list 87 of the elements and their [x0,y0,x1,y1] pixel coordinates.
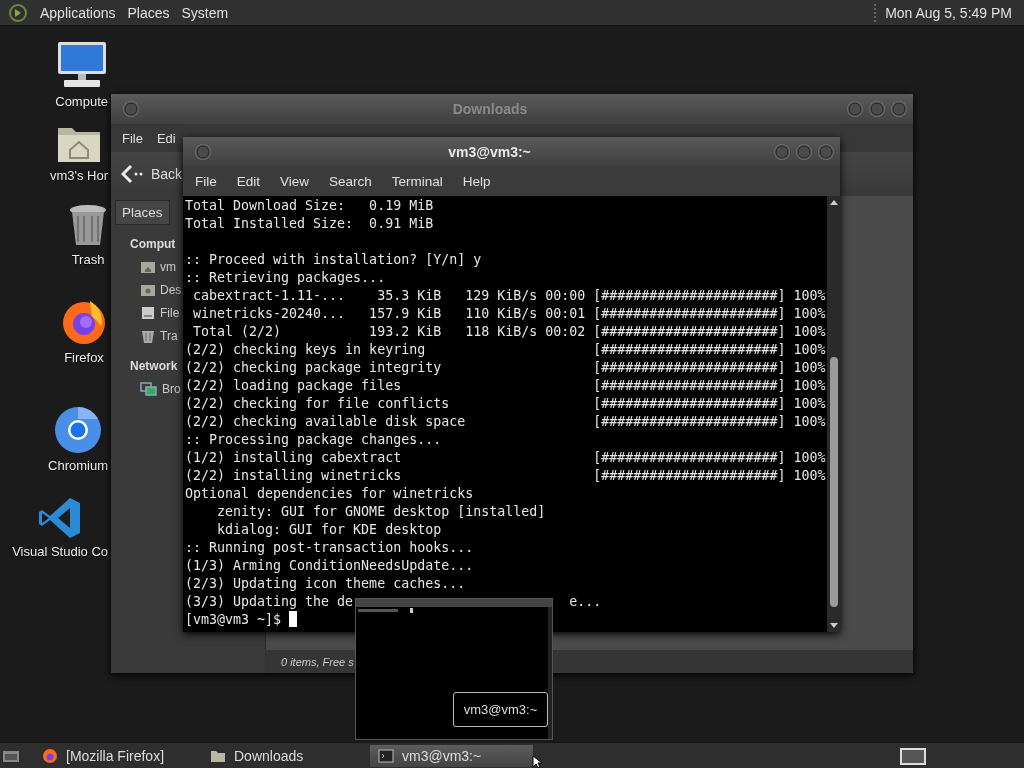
mouse-pointer-icon [532,755,542,768]
menu-item[interactable]: View [270,173,320,189]
sidebar-item[interactable]: vm [160,259,176,274]
terminal-line: (3/3) Updating the de [185,593,354,611]
window-title: Downloads [451,101,529,117]
window-preview[interactable]: vm3@vm3:~ [355,598,553,740]
show-desktop-icon[interactable] [2,749,20,763]
firefox-icon[interactable] [60,298,108,346]
terminal-line: e... [569,593,602,611]
terminal-line: :: Processing package changes... [185,431,442,449]
desktop-icon-label[interactable]: Visual Studio Co [12,544,108,559]
back-button[interactable]: Back [121,164,183,184]
terminal-line: Total (2/2) 193.2 KiB 118 KiB/s 00:02 [######################] 100% [192,323,826,341]
terminal-line: :: Retrieving packages... [185,269,386,287]
sidebar-section-title: Network [130,359,178,373]
taskbar-button[interactable]: Downloads [202,745,365,767]
drive-icon [140,305,156,320]
trash-icon[interactable] [68,204,108,248]
panel-menu[interactable]: Places [121,4,176,21]
panel-menu[interactable]: System [175,4,235,21]
sidebar-item[interactable]: Tra [160,328,178,343]
terminal-icon [378,749,394,763]
terminal-line: Total Installed Size: 0.91 MiB [185,215,434,233]
folder-icon [210,749,226,763]
menu-item[interactable]: File [185,173,227,189]
terminal-line: (1/2) installing cabextract [######################] 100% [185,449,826,467]
panel-menu[interactable]: Applications [34,4,122,21]
terminal-line: Optional dependencies for winetricks [185,485,474,503]
terminal-line: (2/2) installing winetricks [######################] 100% [185,467,826,485]
text-cursor [289,611,298,627]
workspace-switcher[interactable] [900,747,926,765]
sidebar-section-title: Comput [130,237,176,251]
terminal-line: kdialog: GUI for KDE desktop [216,521,442,539]
window-menu-button[interactable] [123,101,139,117]
terminal-line: (1/3) Arming ConditionNeedsUpdate... [185,557,474,575]
terminal-line: (2/2) checking package integrity [######################] 100% [185,359,826,377]
taskbar-button[interactable]: [Mozilla Firefox] [34,745,197,767]
sidebar-item[interactable]: Des [160,282,182,297]
folder-icon [140,282,156,297]
back-arrow-icon [121,164,143,184]
menu-item[interactable]: Edi [156,130,176,146]
minimize-button[interactable] [847,101,863,117]
status-text: 0 items, Free s [281,655,354,668]
chromium-icon[interactable] [54,406,102,454]
menu-item[interactable]: Terminal [381,173,453,189]
terminal-line: zenity: GUI for GNOME desktop [installed] [216,503,546,521]
close-button[interactable] [818,143,834,160]
network-icon [140,381,158,396]
desktop-icon-label[interactable]: Chromium [48,458,108,473]
terminal-line: (2/2) loading package files [######################] 100% [185,377,826,395]
menu-item[interactable]: Search [319,173,382,189]
menu-item[interactable]: Help [452,173,501,189]
logo-icon[interactable] [8,2,28,23]
trash-icon [140,328,156,343]
window-menu-button[interactable] [195,143,211,160]
terminal-line: Total Download Size: 0.19 MiB [185,197,434,215]
code-editor-icon[interactable] [38,496,83,540]
terminal-prompt: [vm3@vm3 ~]$ [185,611,282,629]
window-title: vm3@vm3:~ [447,143,532,160]
desktop-icon-label[interactable]: Trash [71,252,105,267]
sidebar-item[interactable]: File [160,305,180,320]
terminal-line: winetricks-20240... 157.9 KiB 110 KiB/s 00:01 [######################] 100% [192,305,826,323]
desktop-icon-label[interactable]: vm3's Hor [49,168,108,183]
sidebar-item[interactable]: Bro [162,381,181,396]
maximize-button[interactable] [869,101,885,117]
close-button[interactable] [891,101,907,117]
taskbar-button[interactable]: vm3@vm3:~ [370,745,533,767]
terminal-line: :: Running post-transaction hooks... [185,539,474,557]
menu-item[interactable]: File [122,130,143,146]
terminal-line: :: Proceed with installation? [Y/n] y [185,251,482,269]
desktop-icon-label[interactable]: Compute [55,94,108,109]
sidebar-selector[interactable]: Places [115,200,170,225]
desktop-icon-label[interactable]: Firefox [64,350,104,365]
terminal-line: (2/2) checking for file conflicts [######################] 100% [185,395,826,413]
terminal-line: (2/2) checking available disk space [######################] 100% [185,413,826,431]
minimize-button[interactable] [774,143,790,160]
home-folder-icon [140,259,156,274]
clock[interactable]: Mon Aug 5, 5:49 PM [885,4,1012,21]
terminal-line: cabextract-1.11-... 35.3 KiB 129 KiB/s 00:00 [######################] 100% [192,287,826,305]
scrollbar[interactable] [827,196,840,632]
firefox-icon [42,748,58,764]
terminal-line: (2/3) Updating icon theme caches... [185,575,466,593]
computer-icon[interactable] [55,40,108,90]
menu-item[interactable]: Edit [226,173,271,189]
maximize-button[interactable] [796,143,812,160]
window-preview-label: vm3@vm3:~ [453,692,548,727]
terminal-line: (2/2) checking keys in keyring [######################] 100% [185,341,826,359]
